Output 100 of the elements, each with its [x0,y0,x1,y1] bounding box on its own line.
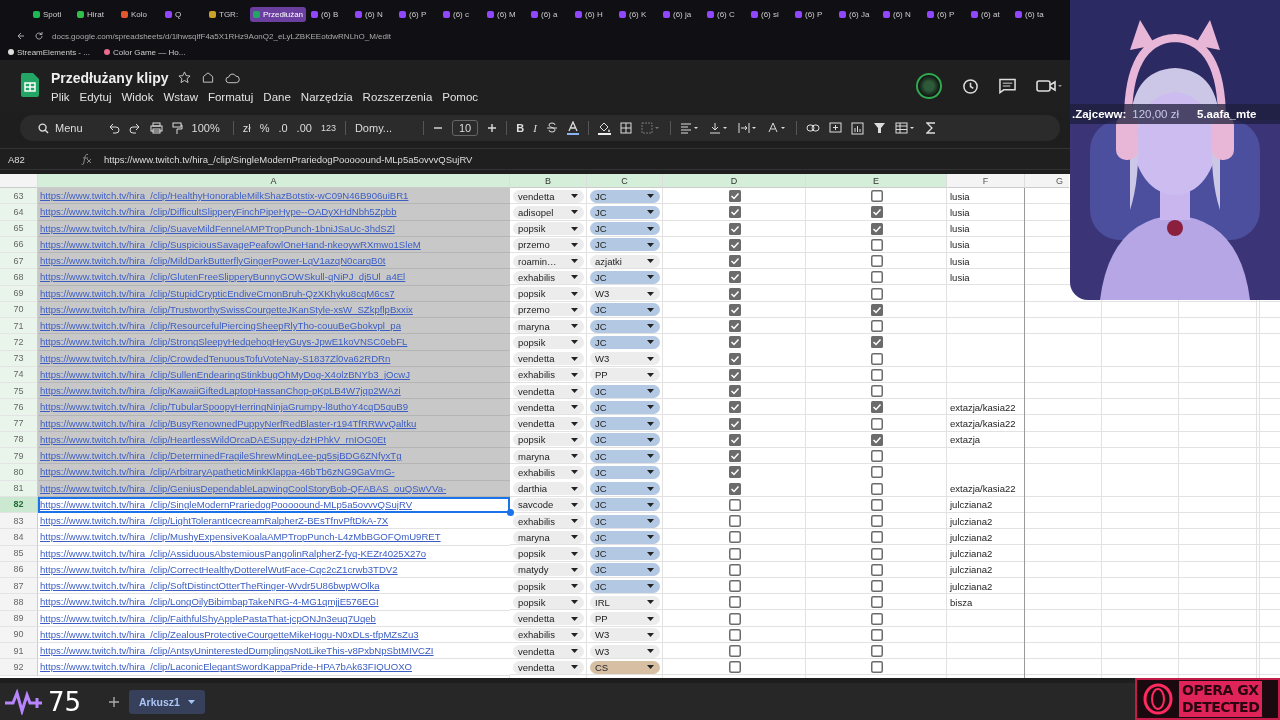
chart-icon[interactable] [850,121,864,135]
checkbox[interactable] [870,531,883,544]
dropdown-chip[interactable]: JC [590,417,660,431]
link[interactable]: https://www.twitch.tv/hira_/clip/TrustworthySwissCourgetteJKanStyle-xsW_SZkpflpBxxix [40,303,413,315]
checkbox[interactable] [870,450,883,463]
browser-tab[interactable]: (6) K [616,6,658,22]
checkbox[interactable] [870,580,883,593]
menu-item[interactable]: Rozszerzenia [362,90,433,103]
dropdown-chip[interactable]: maryna [513,449,584,463]
dropdown-chip[interactable]: adisopel [513,205,584,219]
row-number[interactable]: 80 [0,464,38,481]
checkbox[interactable] [728,255,741,268]
text-rotation-icon[interactable] [766,122,787,134]
menu-item[interactable]: Dane [263,90,291,103]
checkbox[interactable] [728,368,741,381]
column-header[interactable]: F [947,174,1025,188]
table-cell[interactable]: https://www.twitch.tv/hira_/clip/LongOilyBibimbapTakeNRG-4-MG1qmjjE576EGI [38,594,510,611]
dropdown-chip[interactable]: JC [590,384,660,398]
dropdown-chip[interactable]: JC [590,563,660,577]
checkbox[interactable] [728,498,741,511]
menu-item[interactable]: Narzędzia [300,90,353,103]
functions-icon[interactable] [925,122,936,134]
link[interactable]: https://www.twitch.tv/hira_/clip/LightTolerantIcecreamRalpherZ-BEsTfnvPftDkA-7X [40,515,389,527]
bookmark[interactable]: StreamElements - ... [8,47,90,57]
checkbox[interactable] [870,385,883,398]
link[interactable]: https://www.twitch.tv/hira_/clip/HealthyHonorableMilkShazBotstix-wC09N46B906uiBR1 [40,190,409,202]
dropdown-chip[interactable]: maryna [513,319,584,333]
checkbox[interactable] [728,547,741,560]
dropdown-chip[interactable]: JC [590,205,660,219]
percent-button[interactable]: % [259,122,270,134]
checkbox[interactable] [870,206,883,219]
column-header[interactable]: E [806,174,947,188]
table-cell[interactable]: https://www.twitch.tv/hira_/clip/TubularSpoopyHerringNinjaGrumpy-l8uthoY4cqD5quB9 [38,399,510,416]
dropdown-chip[interactable]: IRL [590,595,660,609]
currency-button[interactable]: zł [242,122,251,134]
browser-tab[interactable]: Kolo [118,6,160,22]
table-cell[interactable]: https://www.twitch.tv/hira_/clip/ArbitraryApatheticMinkKlappa-46bTb6zNG9GaVmG- [38,464,510,481]
checkbox[interactable] [728,206,741,219]
row-number[interactable]: 68 [0,269,38,286]
dropdown-chip[interactable]: darthia [513,482,584,496]
checkbox[interactable] [870,255,883,268]
dropdown-chip[interactable]: vendetta [513,384,584,398]
link[interactable]: https://www.twitch.tv/hira_/clip/SullenEndearingStinkbugOhMyDog-X4olzBNYb3_jOcwJ [40,368,411,380]
dropdown-chip[interactable]: JC [590,433,660,447]
dropdown-chip[interactable]: exhabilis [513,465,584,479]
dropdown-chip[interactable]: JC [590,482,660,496]
checkbox[interactable] [870,222,883,235]
checkbox[interactable] [870,547,883,560]
document-title[interactable]: Przedłużany klipy [51,69,169,86]
checkbox[interactable] [728,222,741,235]
row-number[interactable]: 72 [0,334,38,351]
number-format-button[interactable]: 123 [320,123,336,133]
table-cell[interactable]: https://www.twitch.tv/hira_/clip/LightTolerantIcecreamRalpherZ-BEsTfnvPftDkA-7X [38,513,510,530]
dropdown-chip[interactable]: JC [590,579,660,593]
table-cell[interactable]: https://www.twitch.tv/hira_/clip/StrongSleepyHedgehogHeyGuys-JpwE1koVNSC0ebFL [38,334,510,351]
checkbox[interactable] [870,352,883,365]
dropdown-chip[interactable]: JC [590,303,660,317]
row-number[interactable]: 92 [0,659,38,676]
checkbox[interactable] [870,320,883,333]
link[interactable]: https://www.twitch.tv/hira_/clip/KawaiiGiftedLaptopHassanChop-pKpLB4W7jqp2WAzi [40,385,401,397]
link[interactable]: https://www.twitch.tv/hira_/clip/DeterminedFragileShrewMingLee-pq5sjBDG6ZNfyxTg [40,450,402,462]
dropdown-chip[interactable]: W3 [590,352,660,366]
bold-button[interactable]: B [516,122,525,134]
checkbox[interactable] [870,596,883,609]
browser-tab[interactable]: Q [162,6,204,22]
menu-item[interactable]: Wstaw [163,90,198,103]
link[interactable]: https://www.twitch.tv/hira_/clip/LongOilyBibimbapTakeNRG-4-MG1qmjjE576EGI [40,596,379,608]
italic-button[interactable]: I [533,122,537,134]
name-box[interactable]: A82 [8,153,68,165]
row-number[interactable]: 84 [0,529,38,546]
dropdown-chip[interactable]: azjatki [590,254,660,268]
browser-tab[interactable]: (6) Ja [836,6,878,22]
row-number[interactable]: 64 [0,204,38,221]
dropdown-chip[interactable]: vendetta [513,612,584,626]
plus-icon[interactable] [487,123,498,133]
dropdown-chip[interactable]: JC [590,335,660,349]
vertical-align-icon[interactable] [708,122,729,134]
dropdown-chip[interactable]: JC [590,498,660,512]
text-wrap-icon[interactable] [737,122,758,134]
link[interactable]: https://www.twitch.tv/hira_/clip/StrongSleepyHedgehogHeyGuys-JpwE1koVNSC0ebFL [40,336,408,348]
checkbox[interactable] [728,336,741,349]
menu-item[interactable]: Plik [51,90,70,103]
checkbox[interactable] [870,401,883,414]
align-icon[interactable] [679,122,700,134]
checkbox[interactable] [870,661,883,674]
formula-field[interactable]: https://www.twitch.tv/hira_/clip/SingleModernPrariedogPooooound-MLp5a5ovvvQSujRV [104,153,473,165]
filter-icon[interactable] [872,122,886,134]
row-number[interactable]: 79 [0,448,38,465]
link[interactable]: https://www.twitch.tv/hira_/clip/AntsyUninterestedDumplingsNotLikeThis-v8PxbNpSbtMIVCZI [40,645,434,657]
table-cell[interactable]: https://www.twitch.tv/hira_/clip/AntsyUninterestedDumplingsNotLikeThis-v8PxbNpSbtMIVCZI [38,643,510,660]
link[interactable]: https://www.twitch.tv/hira_/clip/ArbitraryApatheticMinkKlappa-46bTb6zNG9GaVmG- [40,466,395,478]
redo-icon[interactable] [128,122,141,134]
checkbox[interactable] [728,238,741,251]
checkbox[interactable] [728,417,741,430]
checkbox[interactable] [870,563,883,576]
checkbox[interactable] [870,433,883,446]
browser-tab[interactable]: (6) P [792,6,834,22]
dropdown-chip[interactable]: popsik [513,222,584,236]
browser-tab[interactable]: (6) B [308,6,350,22]
row-number[interactable]: 75 [0,383,38,400]
